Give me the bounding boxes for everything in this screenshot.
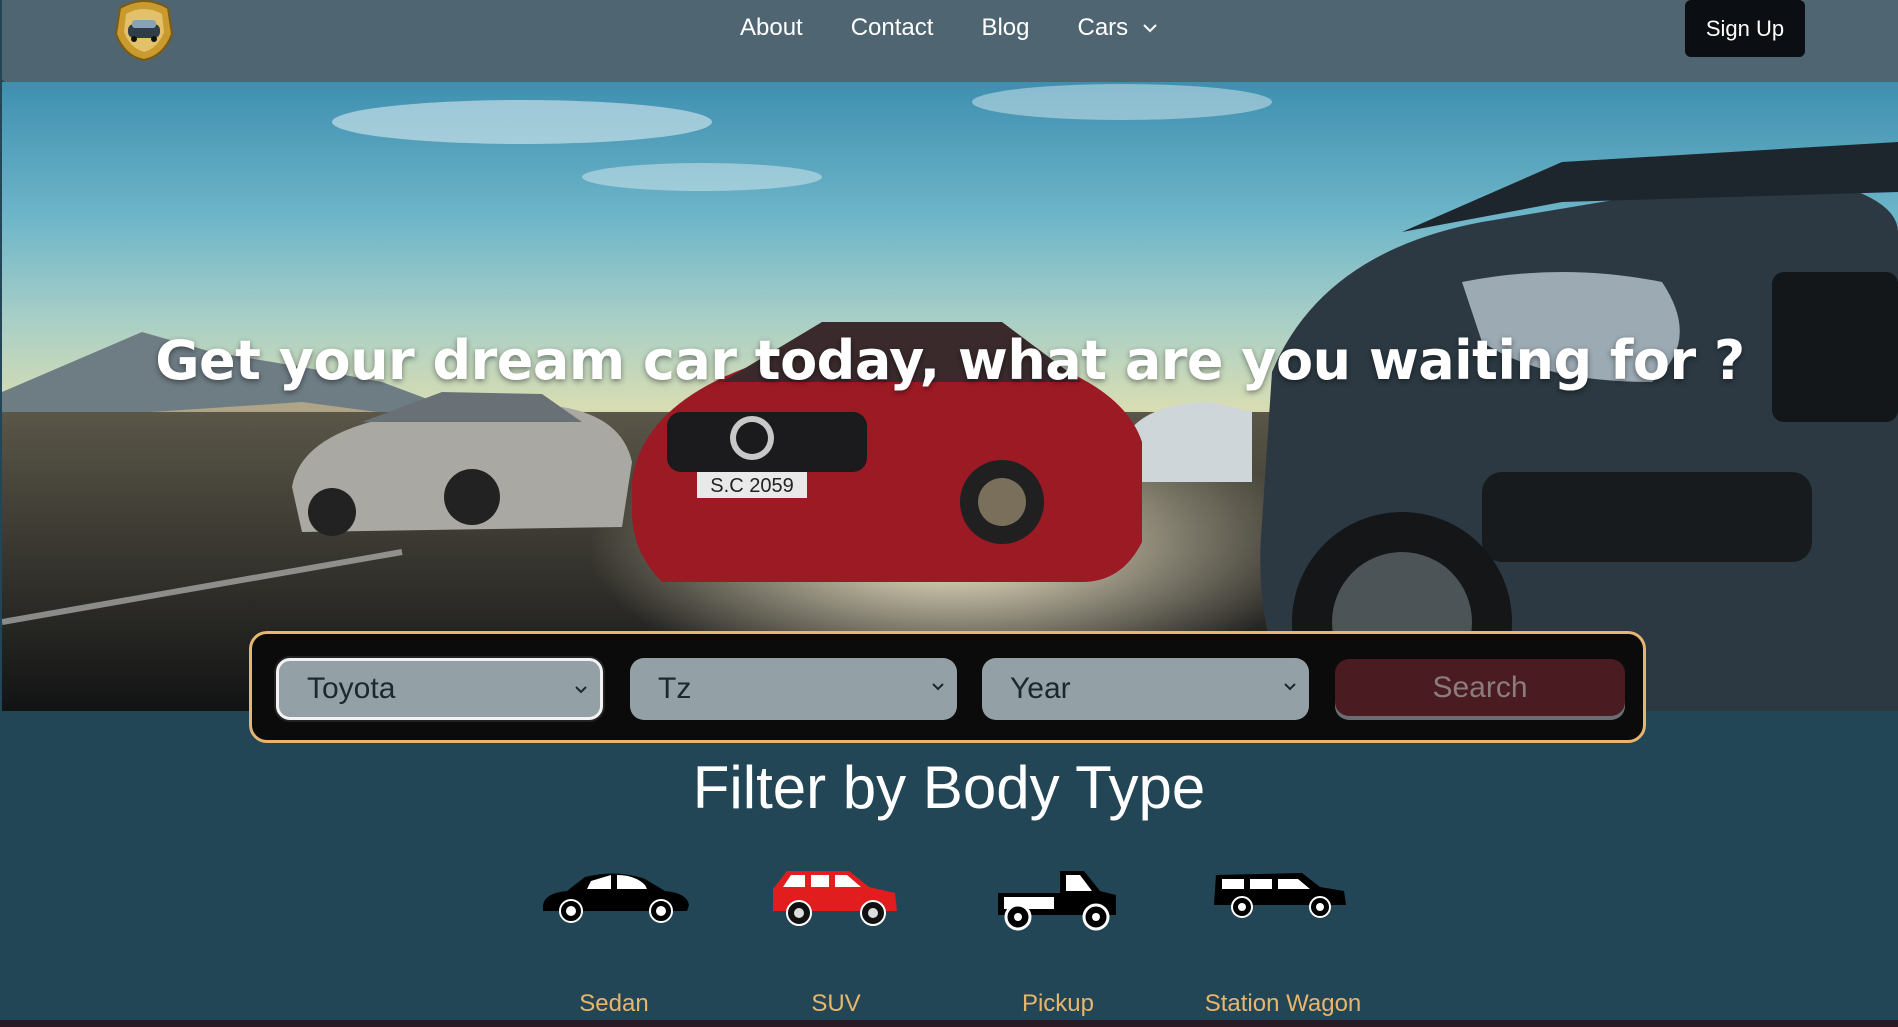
- body-type-station-wagon-label[interactable]: Station Wagon: [1163, 990, 1403, 1018]
- body-type-sedan[interactable]: [515, 865, 715, 925]
- chevron-down-icon: [1284, 683, 1296, 691]
- body-type-suv-label[interactable]: SUV: [716, 990, 956, 1018]
- body-type-suv[interactable]: [735, 865, 935, 929]
- chevron-down-icon: [932, 683, 944, 691]
- nav-cars-dropdown[interactable]: Cars: [1077, 12, 1158, 44]
- body-type-pickup[interactable]: [957, 865, 1157, 931]
- sedan-icon: [543, 873, 689, 923]
- pickup-icon: [998, 871, 1116, 931]
- search-button[interactable]: Search: [1335, 659, 1625, 716]
- license-plate-text: S.C 2059: [710, 475, 793, 497]
- chevron-down-icon: [1143, 24, 1157, 33]
- suv-icon: [773, 871, 897, 926]
- hero-headline: Get your dream car today, what are you w…: [155, 329, 1745, 392]
- model-select-value: Tz: [658, 672, 692, 705]
- page-bottom-edge: [0, 1020, 1898, 1027]
- year-select[interactable]: Year: [982, 658, 1309, 720]
- station-wagon-icon: [1214, 873, 1346, 918]
- make-select-value: Toyota: [307, 672, 396, 705]
- nav-contact-link[interactable]: Contact: [851, 12, 934, 44]
- nav-cars-label: Cars: [1077, 14, 1129, 41]
- nav-about-link[interactable]: About: [740, 12, 803, 44]
- nav-blog-link[interactable]: Blog: [981, 12, 1029, 44]
- body-type-sedan-label[interactable]: Sedan: [494, 990, 734, 1018]
- body-type-pickup-label[interactable]: Pickup: [938, 990, 1178, 1018]
- sign-up-button[interactable]: Sign Up: [1685, 0, 1805, 57]
- year-select-value: Year: [1010, 672, 1071, 705]
- car-search-form: Toyota Tz Year Search: [249, 631, 1646, 743]
- make-select[interactable]: Toyota: [276, 658, 603, 720]
- hero-banner: S.C 2059 Get your dream car today, what …: [2, 82, 1898, 711]
- model-select[interactable]: Tz: [630, 658, 957, 720]
- top-navbar: About Contact Blog Cars Sign Up: [2, 0, 1898, 82]
- car-crest-logo-icon[interactable]: [110, 0, 178, 62]
- filter-section-title: Filter by Body Type: [692, 754, 1206, 821]
- chevron-down-icon: [575, 686, 587, 694]
- body-type-station-wagon[interactable]: [1180, 865, 1380, 919]
